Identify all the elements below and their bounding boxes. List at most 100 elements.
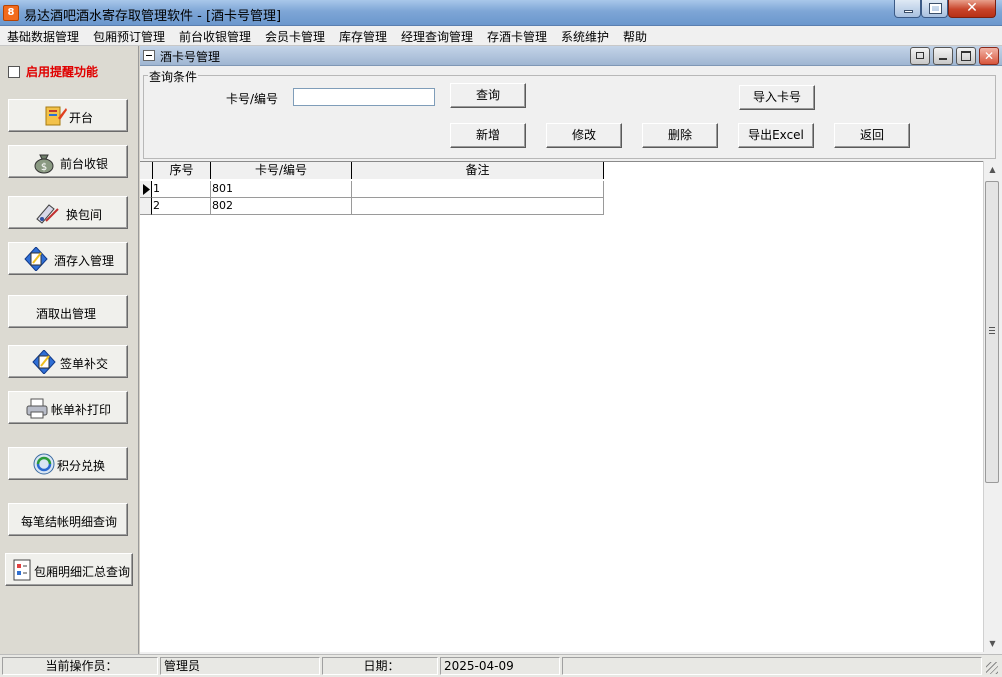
- menu-wine-card[interactable]: 存酒卡管理: [487, 28, 547, 45]
- child-window-title: 酒卡号管理: [160, 50, 221, 64]
- add-button[interactable]: 新增: [450, 123, 526, 148]
- import-cards-button[interactable]: 导入卡号: [739, 85, 815, 110]
- room-summary-icon: [13, 559, 31, 581]
- minimize-icon: [904, 10, 913, 13]
- menu-bar: 基础数据管理 包厢预订管理 前台收银管理 会员卡管理 库存管理 经理查询管理 存…: [0, 26, 1002, 46]
- query-conditions-group: 查询条件 卡号/编号 查询 导入卡号 新增 修改 删除 导出Excel 返回: [143, 68, 996, 159]
- change-room-icon: [36, 204, 59, 224]
- sidebar-button-label: 开台: [69, 111, 94, 125]
- menu-member-card[interactable]: 会员卡管理: [265, 28, 325, 45]
- sidebar-reprint-bill-button[interactable]: 帐单补打印: [8, 391, 128, 424]
- scrollbar-thumb[interactable]: [985, 181, 999, 483]
- reminder-label: 启用提醒功能: [26, 65, 99, 79]
- sidebar-change-room-button[interactable]: 换包间: [8, 196, 128, 229]
- child-minimize-button[interactable]: [933, 47, 953, 65]
- cell-card-number[interactable]: 802: [211, 198, 352, 215]
- status-bar: 当前操作员： 管理员 日期： 2025-04-09: [0, 654, 1002, 677]
- sidebar-button-label: 前台收银: [60, 157, 109, 171]
- minimize-icon: [939, 58, 947, 60]
- restore-icon: [916, 52, 924, 59]
- maximize-icon: [961, 51, 971, 61]
- cell-index[interactable]: 2: [152, 198, 211, 215]
- maximize-icon: [929, 3, 942, 14]
- sidebar-button-label: 签单补交: [60, 357, 109, 371]
- printer-icon: [26, 398, 48, 419]
- sidebar-button-label: 积分兑换: [57, 459, 106, 473]
- query-group-legend: 查询条件: [148, 68, 199, 85]
- status-empty-panel: [562, 657, 982, 675]
- cell-card-number[interactable]: 801: [211, 181, 352, 198]
- current-row-arrow-icon: [143, 184, 150, 195]
- menu-manager-query[interactable]: 经理查询管理: [401, 28, 473, 45]
- menu-room-booking[interactable]: 包厢预订管理: [93, 28, 165, 45]
- sidebar: 启用提醒功能 开台 $ 前台收银 换包间 酒存入管理 酒取出管理 签单补交 帐单…: [0, 46, 139, 654]
- svg-text:$: $: [41, 162, 47, 173]
- child-close-button[interactable]: ✕: [979, 47, 999, 65]
- close-icon: ✕: [966, 0, 978, 16]
- child-maximize-button[interactable]: [956, 47, 976, 65]
- sidebar-button-label: 包厢明细汇总查询: [34, 565, 131, 579]
- wine-deposit-icon: [24, 247, 48, 271]
- column-header-card-number[interactable]: 卡号/编号: [211, 162, 352, 179]
- sign-bill-icon: [32, 350, 56, 374]
- open-table-icon: [45, 106, 67, 126]
- window-menu-icon[interactable]: [143, 50, 155, 61]
- money-bag-icon: $: [34, 154, 54, 174]
- menu-help[interactable]: 帮助: [623, 28, 647, 45]
- edit-button[interactable]: 修改: [546, 123, 622, 148]
- scroll-up-arrow-icon[interactable]: ▲: [985, 161, 1000, 178]
- sidebar-checkout-detail-button[interactable]: 每笔结帐明细查询: [8, 503, 128, 536]
- cell-note[interactable]: [352, 198, 604, 215]
- app-icon[interactable]: 8: [3, 5, 19, 21]
- export-excel-button[interactable]: 导出Excel: [738, 123, 814, 148]
- card-grid[interactable]: 序号 卡号/编号 备注 1 801 2 802: [140, 161, 983, 652]
- vertical-scrollbar[interactable]: ▲ ▼: [983, 161, 1000, 652]
- title-bar: 8 易达酒吧酒水寄存取管理软件 - [酒卡号管理] ✕: [0, 0, 1002, 26]
- child-restore-button[interactable]: [910, 47, 930, 65]
- sidebar-button-label: 帐单补打印: [51, 403, 112, 417]
- sidebar-points-exchange-button[interactable]: 积分兑换: [8, 447, 128, 480]
- sidebar-sign-bill-button[interactable]: 签单补交: [8, 345, 128, 378]
- scroll-down-arrow-icon[interactable]: ▼: [985, 635, 1000, 652]
- sidebar-button-label: 酒取出管理: [36, 307, 97, 321]
- row-selector[interactable]: [140, 181, 152, 198]
- close-button[interactable]: ✕: [948, 0, 996, 18]
- sidebar-open-table-button[interactable]: 开台: [8, 99, 128, 132]
- header-corner: [140, 162, 153, 179]
- resize-grip-icon[interactable]: [986, 662, 998, 674]
- sidebar-room-summary-button[interactable]: 包厢明细汇总查询: [5, 553, 133, 586]
- search-button[interactable]: 查询: [450, 83, 526, 108]
- date-value: 2025-04-09: [440, 657, 560, 675]
- points-exchange-icon: [33, 453, 55, 475]
- cell-index[interactable]: 1: [152, 181, 211, 198]
- minimize-button[interactable]: [894, 0, 921, 18]
- menu-inventory[interactable]: 库存管理: [339, 28, 387, 45]
- date-label: 日期：: [322, 657, 438, 675]
- column-header-note[interactable]: 备注: [352, 162, 604, 179]
- grid-header: 序号 卡号/编号 备注: [140, 162, 604, 179]
- child-title-bar: 酒卡号管理 ✕: [140, 46, 1002, 66]
- menu-base-data[interactable]: 基础数据管理: [7, 28, 79, 45]
- sidebar-button-label: 换包间: [66, 208, 103, 222]
- operator-value: 管理员: [160, 657, 320, 675]
- column-header-index[interactable]: 序号: [153, 162, 211, 179]
- operator-label: 当前操作员：: [2, 657, 158, 675]
- wine-card-window: 酒卡号管理 ✕ 查询条件 卡号/编号 查询 导入卡号 新增 修改 删除 导出Ex…: [140, 46, 1002, 654]
- delete-button[interactable]: 删除: [642, 123, 718, 148]
- menu-front-cashier[interactable]: 前台收银管理: [179, 28, 251, 45]
- window-title: 易达酒吧酒水寄存取管理软件 - [酒卡号管理]: [24, 9, 282, 24]
- sidebar-cashier-button[interactable]: $ 前台收银: [8, 145, 128, 178]
- sidebar-button-label: 每笔结帐明细查询: [21, 515, 118, 529]
- reminder-checkbox[interactable]: [8, 66, 20, 78]
- sidebar-wine-deposit-button[interactable]: 酒存入管理: [8, 242, 128, 275]
- back-button[interactable]: 返回: [834, 123, 910, 148]
- maximize-button[interactable]: [921, 0, 948, 18]
- cell-note[interactable]: [352, 181, 604, 198]
- sidebar-button-label: 酒存入管理: [54, 254, 115, 268]
- card-number-input[interactable]: [293, 88, 435, 106]
- menu-system[interactable]: 系统维护: [561, 28, 609, 45]
- row-selector[interactable]: [140, 198, 152, 215]
- sidebar-wine-withdraw-button[interactable]: 酒取出管理: [8, 295, 128, 328]
- card-number-label: 卡号/编号: [226, 92, 279, 106]
- grip-icon: [989, 327, 995, 334]
